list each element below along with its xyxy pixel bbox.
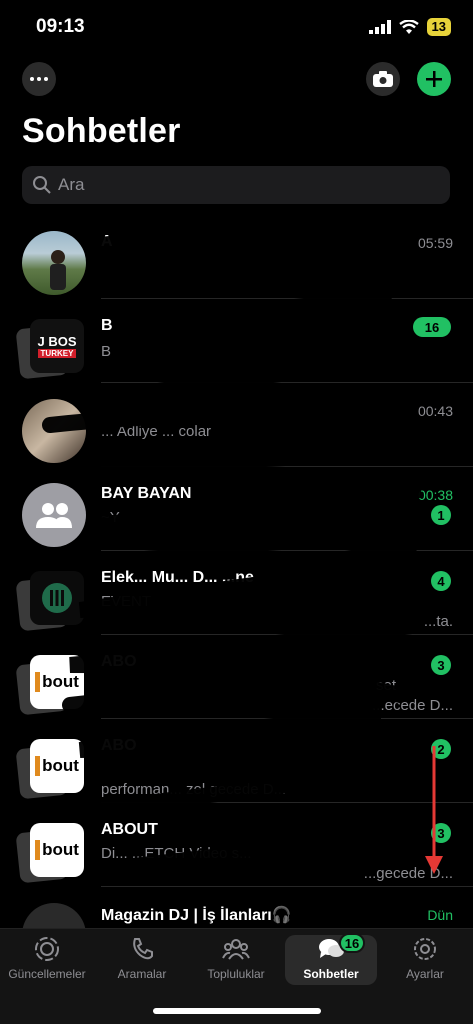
about-events-logo-icon: bout	[35, 756, 79, 776]
tab-updates[interactable]: Güncellemeler	[1, 935, 93, 985]
chat-preview: Di... ...ETCH Video s...	[101, 845, 252, 862]
chat-row[interactable]: bout ABOUT 3 Di... ...ETCH Video s... ..…	[0, 803, 473, 887]
chat-preview: ... Adliye ... colar	[101, 423, 212, 440]
tab-settings[interactable]: Ayarlar	[379, 935, 471, 985]
unread-badge: 4	[431, 571, 451, 591]
chat-name: ABO	[101, 653, 137, 670]
chat-preview: set	[376, 677, 397, 694]
group-icon	[36, 503, 72, 528]
unread-badge: 1	[431, 505, 451, 525]
search-placeholder: Ara	[58, 175, 85, 194]
chat-time: Dün	[427, 907, 453, 923]
chat-preview-line2: ...ecede D...	[372, 697, 453, 714]
chat-name: ABO	[101, 737, 137, 754]
boss-logo-icon: J BOS	[37, 333, 77, 349]
phone-icon	[133, 938, 153, 960]
chat-name: A	[101, 233, 113, 250]
avatar	[22, 231, 86, 295]
chat-row[interactable]: A 05:59	[0, 215, 473, 299]
status-bar: 09:13 13	[0, 0, 473, 56]
camera-icon	[373, 71, 393, 87]
chat-preview-line2: ...ta.	[423, 613, 453, 630]
chat-preview: ~Y	[101, 509, 120, 526]
chat-row[interactable]: bout ABO 2 performan... zel gecede D...	[0, 719, 473, 803]
avatar	[22, 399, 86, 463]
unread-badge: 3	[431, 655, 451, 675]
chat-row[interactable]: Elek... Mu... D... ...ne 4 EVENT ...ta.	[0, 551, 473, 635]
community-avatar: bout	[15, 655, 88, 717]
more-options-button[interactable]	[22, 62, 56, 96]
chat-row[interactable]: BAY BAYAN 00:38 ~Y 1	[0, 467, 473, 551]
community-avatar: bout	[15, 823, 88, 885]
community-avatar	[15, 571, 88, 633]
tab-chats[interactable]: 16 Sohbetler	[285, 933, 377, 985]
chat-time: 05:59	[417, 235, 453, 251]
group-avatar	[22, 483, 86, 547]
new-chat-button[interactable]	[417, 62, 451, 96]
battery-indicator: 13	[426, 18, 451, 36]
elektronik-logo-icon	[42, 583, 72, 613]
tab-label: Ayarlar	[406, 967, 444, 981]
chat-name: ABOUT	[101, 821, 158, 838]
status-icons: 13	[368, 18, 451, 36]
tab-communities[interactable]: Topluluklar	[190, 935, 282, 985]
chat-list: A 05:59 J BOS TURKEY B 16 B 00:43 ... Ad…	[0, 215, 473, 971]
community-avatar: bout	[15, 739, 88, 801]
tab-calls[interactable]: Aramalar	[96, 935, 188, 985]
chat-row[interactable]: 00:43 ... Adliye ... colar	[0, 383, 473, 467]
tab-label: Güncellemeler	[8, 967, 86, 981]
camera-button[interactable]	[366, 62, 400, 96]
chat-name: Elek... Mu... D... ...ne	[101, 569, 254, 586]
wifi-icon	[398, 19, 419, 34]
scroll-arrow-annotation	[425, 746, 443, 874]
unread-badge: 16	[413, 317, 451, 337]
communities-icon	[222, 939, 250, 960]
turkey-logo-icon: TURKEY	[37, 348, 77, 358]
chat-preview: EVENT	[101, 593, 152, 610]
chat-time: 00:43	[417, 403, 453, 419]
signal-icon	[368, 20, 391, 34]
about-events-logo-icon: bout	[35, 840, 79, 860]
search-input[interactable]: Ara	[22, 166, 450, 204]
chat-row[interactable]: bout ABO 3 set ...ecede D...	[0, 635, 473, 719]
chat-name: Magazin DJ | İş İlanları🎧	[101, 907, 292, 924]
tab-label: Aramalar	[117, 967, 167, 981]
settings-icon	[414, 938, 436, 960]
chat-row[interactable]: J BOS TURKEY B 16 B	[0, 299, 473, 383]
chat-name: B	[101, 317, 113, 334]
search-icon	[33, 176, 51, 194]
chat-preview: B	[101, 343, 112, 360]
chat-time: 00:38	[417, 487, 453, 503]
updates-icon	[35, 937, 59, 961]
page-title: Sohbetler	[22, 112, 181, 150]
ellipsis-icon	[30, 77, 48, 81]
plus-icon	[426, 71, 442, 87]
about-events-logo-icon: bout	[35, 672, 79, 692]
chat-preview: performan... zel gecede D...	[101, 781, 287, 798]
tab-badge: 16	[339, 933, 365, 953]
status-time: 09:13	[36, 16, 85, 37]
chat-name: BAY BAYAN	[101, 485, 192, 502]
home-indicator	[153, 1008, 321, 1014]
tab-label: Sohbetler	[303, 967, 359, 981]
community-avatar: J BOS TURKEY	[15, 319, 88, 381]
tab-label: Topluluklar	[207, 967, 265, 981]
